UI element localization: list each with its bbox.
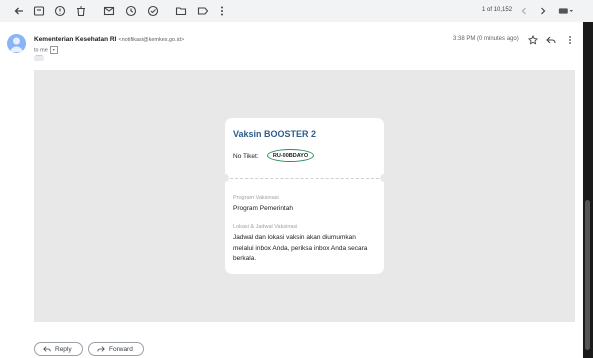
ticket-code-badge: RU-00BDAYO	[267, 149, 314, 162]
show-trimmed-icon[interactable]: ···	[34, 53, 44, 61]
keyboard-icon[interactable]	[557, 4, 575, 18]
more-vert-icon[interactable]	[564, 34, 576, 46]
location-label: Lokasi & Jadwal Vaksinasi	[233, 224, 298, 230]
forward-button[interactable]: Forward	[88, 342, 144, 356]
snooze-icon[interactable]	[124, 4, 138, 18]
reply-label: Reply	[55, 345, 72, 353]
sender-line: Kementerian Kesehatan RI <notifikasi@kemk…	[34, 36, 184, 43]
message-pane: Kementerian Kesehatan RI <notifikasi@kemk…	[0, 22, 583, 358]
archive-icon[interactable]	[32, 4, 46, 18]
reply-arrow-icon	[43, 346, 51, 352]
program-value: Program Pemerintah	[233, 205, 293, 212]
star-icon[interactable]	[527, 34, 539, 46]
program-label: Program Vaksinasi	[233, 195, 279, 201]
email-toolbar: 1 of 10,152	[0, 0, 593, 22]
card-divider	[225, 178, 384, 179]
avatar	[7, 34, 26, 53]
ticket-label: No Tiket:	[233, 153, 259, 160]
location-value: Jadwal dan lokasi vaksin akan diumumkan …	[233, 234, 368, 262]
sender-email: <notifikasi@kemkes.go.id>	[118, 37, 185, 43]
more-icon[interactable]	[215, 4, 229, 18]
message-time: 3:38 PM (0 minutes ago)	[453, 36, 519, 42]
reply-icon[interactable]	[545, 34, 557, 46]
older-chevron-icon[interactable]	[536, 4, 550, 18]
sender-name[interactable]: Kementerian Kesehatan RI	[34, 36, 116, 43]
forward-arrow-icon	[97, 346, 105, 352]
card-title: Vaksin BOOSTER 2	[233, 129, 317, 139]
vaccine-ticket-card: Vaksin BOOSTER 2 No Tiket: RU-00BDAYO Pr…	[221, 118, 388, 274]
chevron-down-icon[interactable]: ▾	[49, 46, 58, 54]
card-notch-left	[221, 174, 229, 182]
scrollbar[interactable]	[585, 200, 590, 350]
mark-unread-icon[interactable]	[102, 4, 116, 18]
forward-label: Forward	[109, 345, 133, 353]
add-task-icon[interactable]	[146, 4, 160, 18]
delete-icon[interactable]	[74, 4, 88, 18]
reply-button[interactable]: Reply	[34, 342, 83, 356]
back-icon[interactable]	[12, 4, 26, 18]
move-to-icon[interactable]	[174, 4, 188, 18]
newer-chevron-icon[interactable]	[517, 4, 531, 18]
email-body: Vaksin BOOSTER 2 No Tiket: RU-00BDAYO Pr…	[34, 70, 575, 322]
report-spam-icon[interactable]	[53, 4, 67, 18]
label-icon[interactable]	[196, 4, 210, 18]
card-notch-right	[380, 174, 388, 182]
email-window: 1 of 10,152 Kementerian Kesehatan RI <not…	[0, 0, 593, 358]
pager-count: 1 of 10,152	[482, 7, 513, 13]
